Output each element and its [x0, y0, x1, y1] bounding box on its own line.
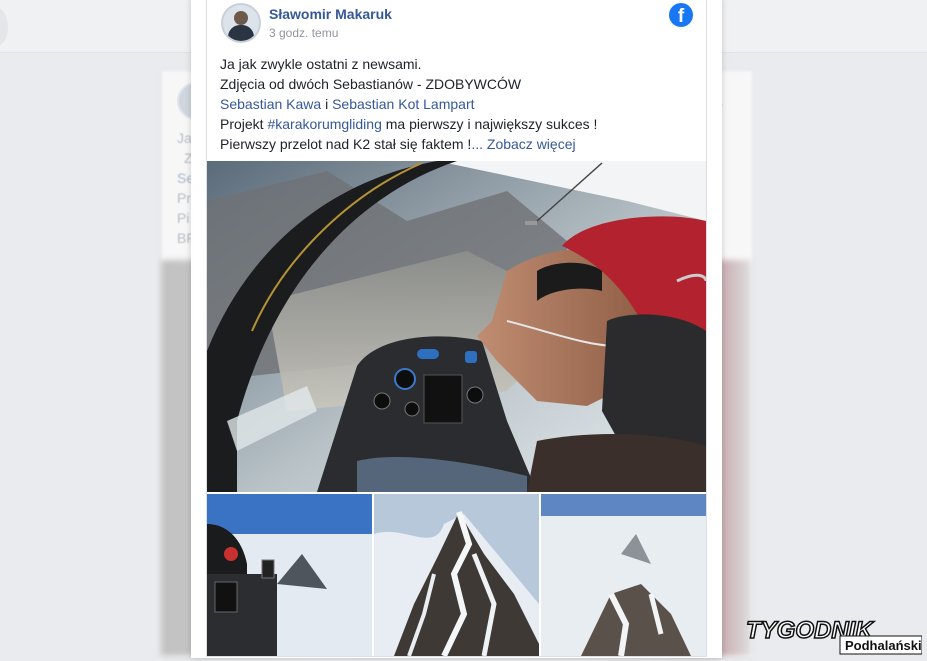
- post-text-line: Ja jak zwykle ostatni z newsami.: [220, 56, 422, 72]
- post-text-line: Projekt #karakorumgliding ma pierwszy i …: [220, 114, 700, 134]
- post-thumbnail-photo[interactable]: [541, 494, 706, 656]
- hashtag-link[interactable]: #karakorumgliding: [267, 116, 381, 132]
- see-more-link[interactable]: Zobacz więcej: [483, 136, 576, 152]
- background-icon: [0, 8, 8, 46]
- post-text-line: Sebastian Kawa i Sebastian Kot Lampart: [220, 94, 700, 114]
- post-text-fragment: ma pierwszy i największy sukces !: [381, 116, 598, 132]
- post-timestamp[interactable]: 3 godz. temu: [269, 26, 338, 40]
- background-text-line: Pr: [177, 190, 191, 206]
- background-text-line: Pi: [177, 210, 190, 226]
- background-text-line: Ja: [177, 130, 192, 146]
- author-avatar[interactable]: [221, 3, 261, 43]
- conjunction-text: i: [321, 96, 333, 112]
- facebook-post: Sławomir Makaruk 3 godz. temu f Ja jak z…: [206, 0, 707, 657]
- post-thumbnail-photo[interactable]: [374, 494, 539, 656]
- mention-link[interactable]: Sebastian Kot Lampart: [332, 96, 474, 112]
- tygodnik-podhalanski-logo: TYGODNIK Podhalański: [742, 612, 923, 661]
- author-name-link[interactable]: Sławomir Makaruk: [269, 6, 392, 22]
- post-text: Ja jak zwykle ostatni z newsami. Zdjęcia…: [220, 54, 700, 154]
- post-main-photo[interactable]: [207, 161, 706, 492]
- watermark-subtitle: Podhalański: [845, 638, 922, 653]
- post-text-line: Pierwszy przelot nad K2 stał się faktem …: [220, 134, 700, 154]
- post-text-line: Zdjęcia od dwóch Sebastianów - ZDOBYWCÓW: [220, 76, 522, 92]
- post-thumbnail-photo[interactable]: [207, 494, 372, 656]
- ellipsis: ...: [471, 136, 483, 152]
- facebook-icon[interactable]: f: [669, 3, 693, 27]
- post-text-fragment: Projekt: [220, 116, 268, 132]
- mention-link[interactable]: Sebastian Kawa: [220, 96, 321, 112]
- post-text-fragment: Pierwszy przelot nad K2 stał się faktem …: [220, 136, 472, 152]
